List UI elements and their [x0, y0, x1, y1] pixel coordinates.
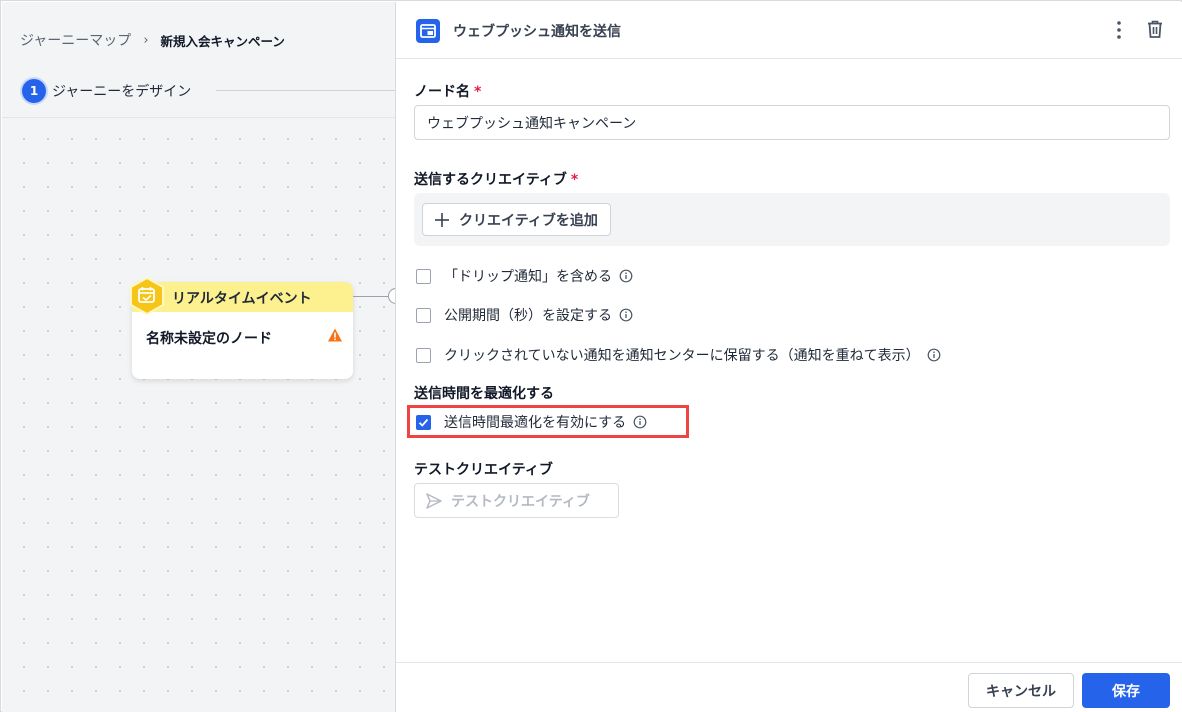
step-number-badge[interactable]: 1 [22, 79, 46, 103]
breadcrumb-root-link[interactable]: ジャーニーマップ [20, 30, 131, 50]
option-persist-notification[interactable]: クリックされていない通知を通知センターに保留する（通知を重ねて表示） [416, 345, 941, 365]
option-label: 公開期間（秒）を設定する [444, 308, 612, 324]
info-icon[interactable] [619, 269, 633, 283]
info-icon[interactable] [619, 308, 633, 322]
creative-label-text: 送信するクリエイティブ [414, 172, 567, 188]
test-section-label: テストクリエイティブ [414, 462, 553, 478]
node-name-label: ノード名 * [414, 81, 481, 101]
web-push-icon [416, 19, 440, 43]
option-ttl[interactable]: 公開期間（秒）を設定する [416, 305, 633, 325]
step-divider-line [216, 90, 395, 91]
checkbox[interactable] [416, 347, 431, 363]
breadcrumb-current: 新規入会キャンペーン [160, 33, 285, 49]
journey-header: ジャーニーマップ › 新規入会キャンペーン 1 ジャーニーをデザイン [2, 2, 395, 118]
trash-icon[interactable] [1144, 18, 1166, 40]
breadcrumb: ジャーニーマップ › 新規入会キャンペーン [20, 30, 285, 50]
breadcrumb-separator: › [143, 32, 149, 48]
step-label[interactable]: ジャーニーをデザイン [52, 81, 191, 101]
option-label: クリックされていない通知を通知センターに保留する（通知を重ねて表示） [444, 348, 920, 364]
node-settings-panel: ウェブプッシュ通知を送信 ノード名* 送信するクリエイティブ* [395, 2, 1182, 712]
app-frame: ジャーニーマップ › 新規入会キャンペーン 1 ジャーニーをデザイン リアルタイ… [0, 0, 1182, 712]
checkbox[interactable] [416, 268, 431, 284]
cancel-button[interactable]: キャンセル [968, 673, 1074, 708]
required-mark: * [570, 172, 579, 188]
checkbox[interactable] [416, 307, 431, 323]
node-name: 名称未設定のノード [146, 331, 272, 347]
info-icon[interactable] [927, 348, 941, 362]
creative-container: クリエイティブを追加 [414, 193, 1170, 246]
checkbox-checked[interactable] [416, 414, 431, 430]
dot-grid-canvas[interactable] [2, 119, 395, 712]
calendar-check-icon [130, 276, 164, 316]
info-icon[interactable] [633, 415, 647, 429]
node-name-label-text: ノード名 [414, 84, 470, 100]
test-creative-label: テストクリエイティブ [451, 493, 590, 510]
stepper: 1 ジャーニーをデザイン [22, 79, 395, 103]
option-drip-notification[interactable]: 「ドリップ通知」を含める [416, 266, 633, 286]
node-type-label: リアルタイムイベント [172, 291, 312, 307]
check-icon [418, 418, 429, 427]
option-label: 「ドリップ通知」を含める [444, 269, 612, 285]
add-creative-label: クリエイティブを追加 [459, 212, 598, 229]
save-button[interactable]: 保存 [1082, 673, 1170, 708]
journey-canvas-area: ジャーニーマップ › 新規入会キャンペーン 1 ジャーニーをデザイン リアルタイ… [2, 2, 395, 712]
option-label: 送信時間最適化を有効にする [444, 415, 627, 431]
add-creative-button[interactable]: クリエイティブを追加 [422, 203, 611, 236]
panel-footer: キャンセル 保存 [396, 662, 1182, 712]
kebab-menu-icon[interactable] [1112, 19, 1126, 41]
send-icon [426, 492, 442, 509]
panel-title: ウェブプッシュ通知を送信 [453, 24, 621, 40]
optimize-section-label: 送信時間を最適化する [414, 386, 554, 402]
option-send-time-optimization[interactable]: 送信時間最適化を有効にする [416, 412, 647, 432]
panel-header: ウェブプッシュ通知を送信 [396, 2, 1182, 59]
creative-label: 送信するクリエイティブ * [414, 169, 578, 189]
required-mark: * [474, 84, 482, 100]
node-name-input[interactable] [414, 105, 1170, 140]
journey-node-card[interactable]: リアルタイムイベント 名称未設定のノード [130, 276, 353, 379]
test-creative-button[interactable]: テストクリエイティブ [414, 483, 619, 518]
warning-triangle-icon [328, 328, 342, 342]
node-connector-line [353, 296, 389, 297]
plus-icon [435, 212, 449, 227]
